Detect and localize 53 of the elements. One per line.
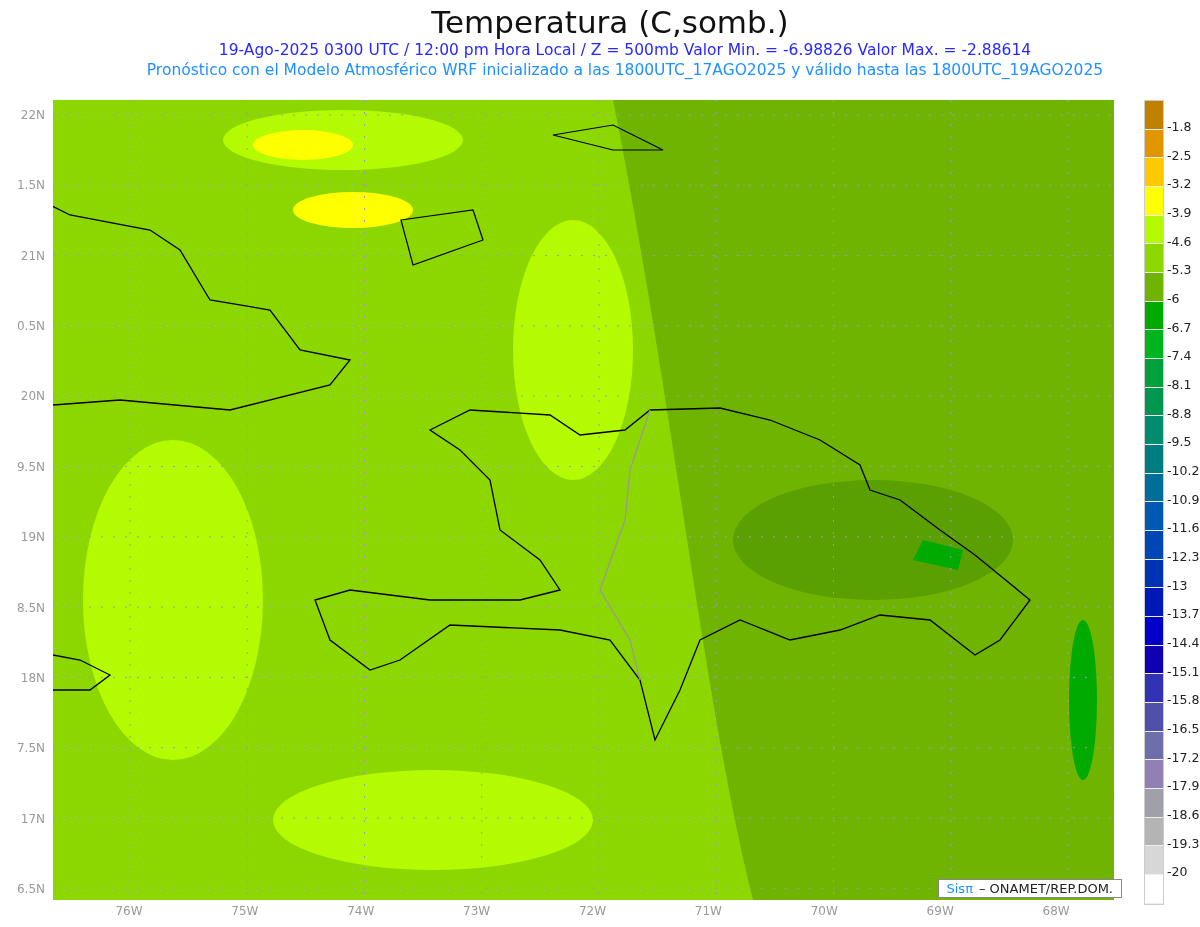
colorbar-label: -15.8 [1167,693,1200,710]
colorbar-label: -2.5 [1167,148,1193,165]
colorbar-label: -17.9 [1167,779,1200,796]
longitude-label: 69W [925,904,955,918]
longitude-label: 73W [462,904,492,918]
colorbar-label: -14.4 [1167,636,1200,653]
forecast-note: Pronóstico con el Modelo Atmosférico WRF inicializado a las 1800UTC_17AGO2025 y válido hasta las 1800UTC_19AGO2025 [145,60,1105,80]
colorbar-label: -6.7 [1167,320,1193,337]
logo-text: Sisπ [946,881,973,896]
longitude-label: 72W [577,904,608,918]
latitude-label: 6.5N [16,881,45,896]
colorbar-label: -17.2 [1167,750,1200,767]
longitude-label: 71W [693,904,723,918]
latitude-label: 19N [20,530,45,545]
latitude-label: 22N [20,108,45,122]
colorbar-label: -12.3 [1167,550,1200,567]
latitude-label: 8.5N [16,600,45,615]
colorbar-label: -6 [1167,292,1181,309]
colorbar-label: -8.1 [1167,378,1193,395]
latitude-label: 9.5N [16,459,45,474]
latitude-label: 17N [20,811,45,826]
colorbar-label: -5.3 [1167,263,1193,280]
colorbar-label: -15.1 [1167,664,1200,681]
colorbar-label: -7.4 [1167,349,1193,366]
map-subtitle: 19-Ago-2025 0300 UTC / 12:00 pm Hora Local / Z = 500mb Valor Min. = -6.98826 Valor Max. = -2.88614 [217,40,1033,60]
colorbar-label: -10.2 [1167,464,1200,481]
longitude-label: 68W [1041,904,1071,918]
latitude-label: 0.5N [16,319,45,334]
longitude-label: 70W [809,904,839,918]
colorbar-label: -16.5 [1167,722,1200,739]
colorbar-label: -9.5 [1167,435,1193,452]
latitude-label: 20N [20,389,45,404]
colorbar-label: -13 [1167,578,1189,595]
longitude-label: 76W [114,904,144,918]
colorbar-label: -10.9 [1167,492,1200,509]
colorbar-label: -3.2 [1167,177,1193,194]
longitude-label: 75W [230,904,260,918]
latitude-label: 1.5N [16,178,45,193]
colorbar-label: -20 [1167,865,1189,882]
map-title: Temperatura (C,somb.) [430,3,790,40]
colorbar-label: -1.8 [1167,120,1193,136]
colorbar-label: -11.6 [1167,521,1200,538]
credit-text: – ONAMET/REP.DOM. [978,881,1113,896]
colorbar-label: -13.7 [1167,607,1200,624]
colorbar-label: -18.6 [1167,808,1200,825]
longitude-label: 74W [346,904,376,918]
colorbar-label: -4.6 [1167,234,1193,251]
colorbar-label: -19.3 [1167,836,1200,853]
colorbar-label: -3.9 [1167,206,1193,222]
latitude-label: 7.5N [16,741,45,756]
latitude-label: 18N [20,670,45,685]
colorbar-label: -8.8 [1167,406,1193,423]
latitude-label: 21N [20,248,45,263]
